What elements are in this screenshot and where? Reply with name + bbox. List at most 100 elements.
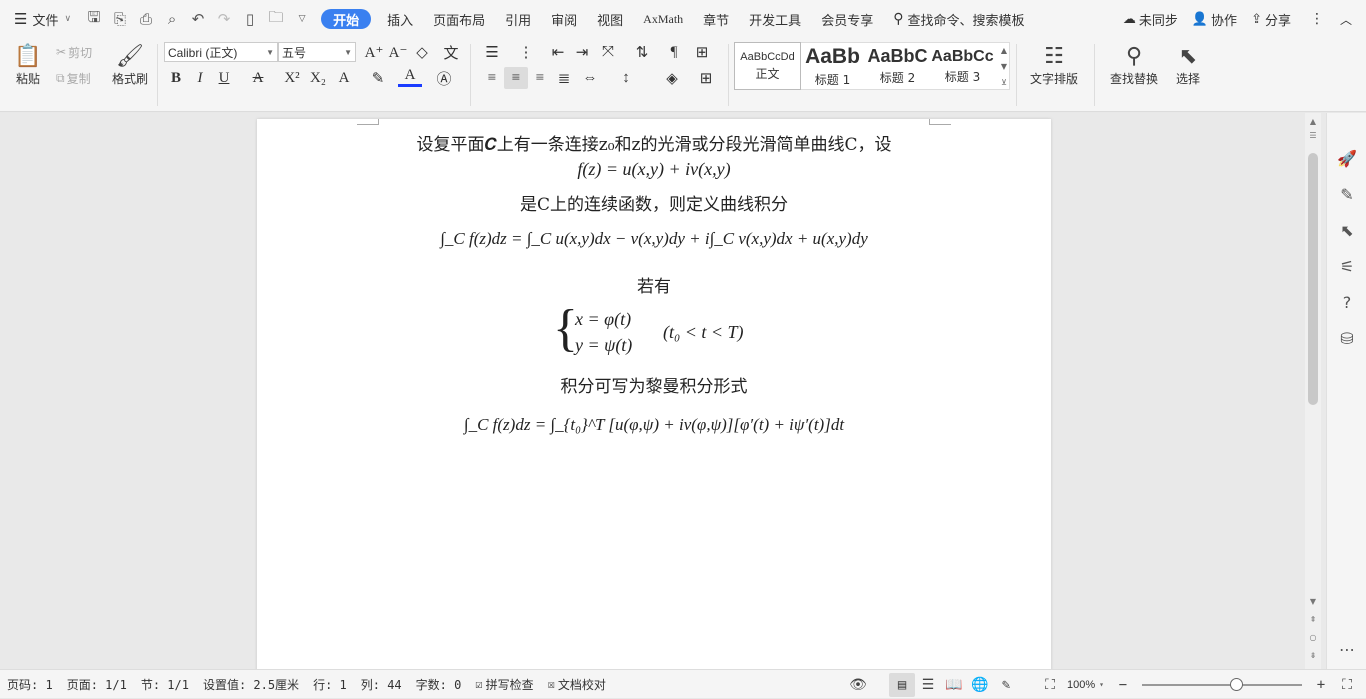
tab-page-layout[interactable]: 页面布局 — [423, 0, 495, 38]
pointer-icon[interactable]: ⬉ — [1327, 218, 1366, 242]
status-col[interactable]: 列: 44 — [354, 676, 409, 693]
doc-line-8[interactable]: ∫_C f(z)dz = ∫_{t₀}^T [u(φ,ψ) + iv(φ,ψ)]… — [257, 415, 1051, 435]
save-icon[interactable]: 🖫 — [81, 0, 107, 38]
table-lines-icon[interactable]: ⊞ — [690, 41, 714, 63]
new-doc-icon[interactable]: ▯ — [237, 0, 263, 38]
outline-view-icon[interactable]: ☰ — [915, 673, 941, 697]
scroll-up-icon[interactable]: ▲ — [1305, 117, 1321, 126]
status-setting[interactable]: 设置值: 2.5厘米 — [196, 676, 306, 693]
collab-button[interactable]: 👤 协作 — [1185, 0, 1244, 38]
tab-developer[interactable]: 开发工具 — [739, 0, 811, 38]
select-browse-icon[interactable]: ○ — [1305, 633, 1321, 642]
style-heading-2[interactable]: AaBbC 标题 2 — [865, 43, 930, 89]
font-name-select[interactable]: Calibri (正文) ▼ — [164, 42, 278, 62]
zoom-out-icon[interactable]: − — [1110, 673, 1136, 697]
more-horizontal-icon[interactable]: ⋯ — [1327, 637, 1366, 661]
doc-line-1[interactable]: 设复平面𝑪上有一条连接z₀和z的光滑或分段光滑简单曲线C，设 — [257, 130, 1051, 155]
chinese-layout-icon[interactable]: ⤧ — [596, 41, 620, 63]
line-spacing-icon[interactable]: ↕ — [614, 67, 638, 89]
clear-format-icon[interactable]: ◇ — [410, 41, 434, 63]
page-view-icon[interactable]: ▤ — [889, 672, 916, 697]
zoom-in-icon[interactable]: + — [1308, 673, 1334, 697]
document-page[interactable]: 设复平面𝑪上有一条连接z₀和z的光滑或分段光滑简单曲线C，设 f(z) = u(… — [257, 119, 1051, 669]
tab-references[interactable]: 引用 — [495, 0, 541, 38]
highlight-icon[interactable]: ✎ — [366, 67, 390, 89]
copy-button[interactable]: ⧉ 复制 — [56, 68, 91, 88]
tab-insert[interactable]: 插入 — [377, 0, 423, 38]
strikethrough-icon[interactable]: A — [246, 67, 270, 89]
export-pdf-icon[interactable]: ⎘ — [107, 0, 133, 38]
parametric-system[interactable]: { x = φ(t) y = ψ(t) (t₀ < t < T) — [553, 300, 773, 363]
show-marks-icon[interactable]: ¶ — [662, 41, 686, 63]
numbered-list-icon[interactable]: ⋮ — [514, 41, 538, 63]
rocket-icon[interactable]: 🚀 — [1327, 146, 1366, 170]
writing-mode-icon[interactable]: ✎ — [993, 673, 1019, 697]
text-effect-icon[interactable]: A — [332, 67, 356, 89]
align-left-icon[interactable]: ≡ — [480, 67, 504, 89]
font-color-icon[interactable]: A — [398, 67, 422, 87]
phonetic-icon[interactable]: 文 — [436, 41, 466, 63]
style-heading-1[interactable]: AaBb 标题 1 — [800, 43, 865, 89]
style-heading-3[interactable]: AaBbCc 标题 3 — [930, 43, 995, 89]
next-page-icon[interactable]: ⇟ — [1305, 651, 1321, 660]
scroll-top-icon[interactable]: ☰ — [1305, 131, 1321, 140]
text-layout-button[interactable]: ☷ 文字排版 — [1022, 40, 1086, 90]
open-folder-icon[interactable]: 🗀 — [263, 0, 289, 38]
sort-icon[interactable]: ⇅ — [630, 41, 654, 63]
collapse-ribbon-icon[interactable]: ︿ — [1336, 0, 1366, 38]
tab-review[interactable]: 审阅 — [541, 0, 587, 38]
status-row[interactable]: 行: 1 — [306, 676, 354, 693]
command-search[interactable]: ⚲ 查找命令、搜索模板 — [883, 0, 1034, 38]
justify-icon[interactable]: ≣ — [552, 67, 576, 89]
tab-member[interactable]: 会员专享 — [811, 0, 883, 38]
share-button[interactable]: ⇪ 分享 — [1244, 0, 1298, 38]
increase-indent-icon[interactable]: ⇥ — [570, 41, 594, 63]
help-icon[interactable]: ? — [1327, 290, 1366, 314]
print-icon[interactable]: ⎙ — [133, 0, 159, 38]
redo-icon[interactable]: ↷ — [211, 0, 237, 38]
scroll-down-icon[interactable]: ▼ — [1305, 597, 1321, 606]
reading-view-icon[interactable]: 📖 — [941, 673, 967, 697]
tab-chapter[interactable]: 章节 — [693, 0, 739, 38]
undo-icon[interactable]: ↶ — [185, 0, 211, 38]
doc-line-2[interactable]: f(z) = u(x,y) + iv(x,y) — [257, 159, 1051, 180]
zoom-level[interactable]: 100% — [1063, 679, 1099, 691]
print-preview-icon[interactable]: ⌕ — [159, 0, 185, 38]
superscript-icon[interactable]: X² — [280, 67, 304, 89]
zoom-dropdown-icon[interactable]: ▾ — [1099, 680, 1104, 689]
char-border-icon[interactable]: Ⓐ — [432, 67, 456, 89]
doc-line-4[interactable]: ∫_C f(z)dz = ∫_C u(x,y)dx − v(x,y)dy + i… — [257, 229, 1051, 249]
fullscreen-icon[interactable]: ⛶ — [1334, 673, 1360, 697]
chevron-down-icon[interactable]: ▼ — [1001, 62, 1007, 71]
shading-icon[interactable]: ◈ — [660, 67, 684, 89]
file-menu[interactable]: ☰ 文件 ∨ — [0, 0, 81, 38]
bold-icon[interactable]: B — [164, 67, 188, 89]
doc-proof-button[interactable]: ☒ 文档校对 — [541, 676, 613, 693]
doc-line-3[interactable]: 是C上的连续函数，则定义曲线积分 — [257, 190, 1051, 215]
prev-page-icon[interactable]: ⇞ — [1305, 615, 1321, 624]
web-view-icon[interactable]: 🌐 — [967, 673, 993, 697]
distributed-icon[interactable]: ⇔ — [578, 67, 602, 89]
doc-line-7[interactable]: 积分可写为黎曼积分形式 — [257, 372, 1051, 397]
align-right-icon[interactable]: ≡ — [528, 67, 552, 89]
status-page[interactable]: 页面: 1/1 — [60, 676, 134, 693]
italic-icon[interactable]: I — [188, 67, 212, 89]
sync-status[interactable]: ☁ 未同步 — [1116, 0, 1185, 38]
sliders-icon[interactable]: ⚟ — [1327, 254, 1366, 278]
quick-access-dropdown-icon[interactable]: ▽ — [289, 0, 315, 38]
bullet-list-icon[interactable]: ☰ — [480, 41, 504, 63]
style-gallery-scroll[interactable]: ▲ ▼ ⊻ — [998, 42, 1010, 90]
status-section[interactable]: 节: 1/1 — [134, 676, 196, 693]
chevron-up-icon[interactable]: ▲ — [1001, 46, 1007, 55]
pen-icon[interactable]: ✎ — [1327, 182, 1366, 206]
spell-check-button[interactable]: ☑ 拼写检查 — [468, 676, 540, 693]
tab-view[interactable]: 视图 — [587, 0, 633, 38]
border-icon[interactable]: ⊞ — [694, 67, 718, 89]
eye-protect-icon[interactable]: 👁 — [845, 673, 871, 697]
tab-start[interactable]: 开始 — [321, 9, 372, 29]
format-painter-button[interactable]: 🖌 格式刷 — [108, 40, 152, 90]
shrink-font-icon[interactable]: A⁻ — [386, 41, 410, 63]
cut-button[interactable]: ✂ 剪切 — [56, 42, 92, 62]
decrease-indent-icon[interactable]: ⇤ — [546, 41, 570, 63]
paste-button[interactable]: 📋 粘贴 — [8, 40, 48, 90]
